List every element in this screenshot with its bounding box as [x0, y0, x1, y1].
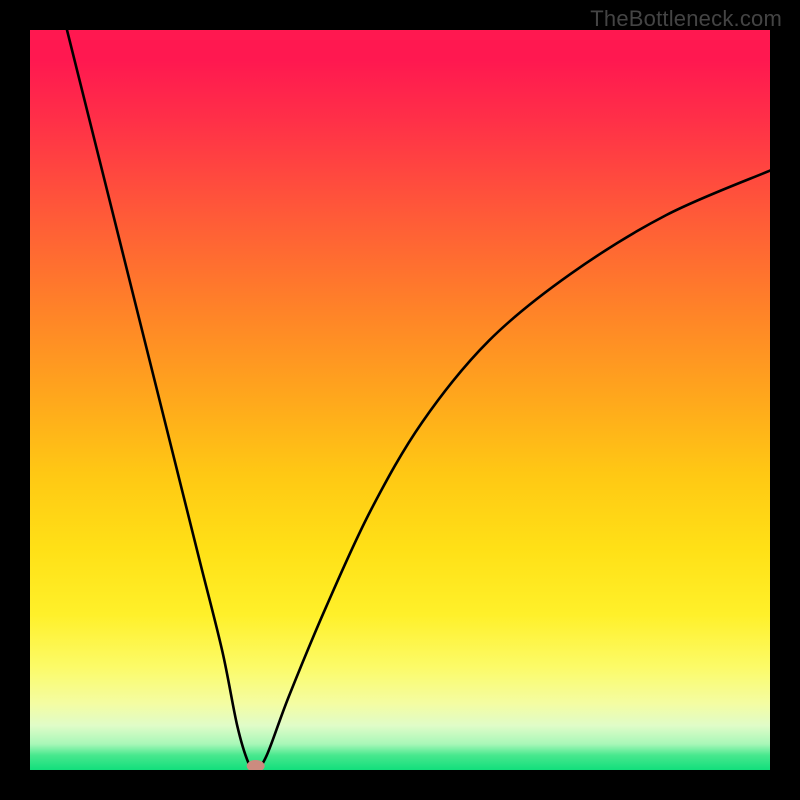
bottleneck-curve-line [67, 30, 770, 770]
bottleneck-point-marker [247, 760, 265, 770]
watermark-text: TheBottleneck.com [590, 6, 782, 32]
chart-svg [30, 30, 770, 770]
plot-area [30, 30, 770, 770]
